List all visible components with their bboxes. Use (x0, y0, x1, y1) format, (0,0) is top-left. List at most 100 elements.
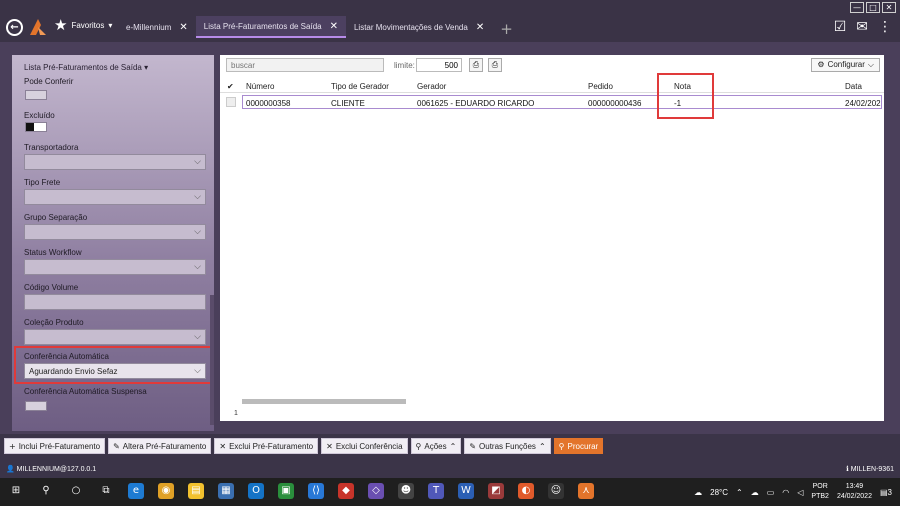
battery-icon[interactable]: ▭ (767, 488, 775, 497)
windows-start-icon[interactable]: ⊞ (8, 483, 24, 499)
chevron-down-icon: ⌵ (194, 227, 201, 237)
excluido-toggle[interactable] (25, 122, 47, 132)
system-tray: ☁ 28°C ⌃ ☁ ▭ ◠ ◁ POR PTB2 13:49 24/02/20… (694, 482, 892, 502)
column-header-gerador[interactable]: Gerador (417, 82, 446, 91)
grupo-separacao-label: Grupo Separação (24, 213, 88, 222)
tab-lista-pre-faturamentos[interactable]: Lista Pré-Faturamentos de Saída ✕ (195, 16, 346, 38)
exclui-conferencia-button[interactable]: ✕ Exclui Conferência (321, 438, 408, 454)
acoes-button[interactable]: ⚲ Ações ⌃ (410, 438, 462, 454)
outras-funcoes-button[interactable]: ✎ Outras Funções ⌃ (464, 438, 551, 454)
app-icon[interactable]: ◩ (488, 483, 504, 499)
favoritos-label: Favoritos (71, 21, 105, 30)
search-icon[interactable]: ⚲ (38, 483, 54, 499)
close-icon[interactable]: ✕ (179, 22, 187, 33)
file-explorer-icon[interactable]: ▤ (188, 483, 204, 499)
maximize-button[interactable]: □ (866, 2, 880, 13)
word-icon[interactable]: W (458, 483, 474, 499)
task-view-icon[interactable]: ⧉ (98, 483, 114, 499)
onedrive-icon[interactable]: ☁ (751, 488, 759, 497)
codigo-volume-input[interactable] (24, 294, 206, 310)
search-input[interactable] (226, 58, 384, 72)
filter-sidebar: Lista Pré-Faturamentos de Saída ▾ Pode C… (12, 55, 214, 431)
colecao-produto-label: Coleção Produto (24, 318, 84, 327)
chrome-icon[interactable]: ◉ (158, 483, 174, 499)
app-icon[interactable]: ☺ (548, 483, 564, 499)
app-icon[interactable]: ◇ (368, 483, 384, 499)
close-window-button[interactable]: ✕ (882, 2, 896, 13)
teams-icon[interactable]: T (428, 483, 444, 499)
cortana-icon[interactable]: ○ (68, 483, 84, 499)
sidebar-title[interactable]: Lista Pré-Faturamentos de Saída ▾ (24, 63, 148, 72)
tab-e-millennium[interactable]: e-Millennium ✕ (118, 16, 196, 38)
column-header-tipo-gerador[interactable]: Tipo de Gerador (331, 82, 389, 91)
button-label: Ações (424, 441, 447, 451)
limit-label: limite: (394, 61, 415, 70)
status-workflow-select[interactable]: ⌵ (24, 259, 206, 275)
app-icon[interactable]: ◆ (338, 483, 354, 499)
altera-pre-faturamento-button[interactable]: ✎ Altera Pré-Faturamento (108, 438, 212, 454)
horizontal-scrollbar[interactable] (242, 399, 406, 404)
excluido-label: Excluído (24, 111, 55, 120)
add-tab-icon[interactable]: + (500, 16, 513, 40)
clipboard-icon[interactable]: ☑ (834, 19, 847, 35)
grupo-separacao-select[interactable]: ⌵ (24, 224, 206, 240)
volume-icon[interactable]: ◁ (797, 488, 803, 497)
minimize-button[interactable]: — (850, 2, 864, 13)
tab-listar-movimentacoes[interactable]: Listar Movimentações de Venda ✕ (346, 16, 492, 38)
image-app-icon[interactable]: ▣ (278, 483, 294, 499)
close-icon[interactable]: ✕ (330, 21, 338, 32)
transportadora-select[interactable]: ⌵ (24, 154, 206, 170)
notification-icon[interactable]: ▤3 (880, 488, 892, 497)
cell-numero: 0000000358 (246, 99, 291, 108)
exclui-pre-faturamento-button[interactable]: ✕ Exclui Pré-Faturamento (214, 438, 319, 454)
conferencia-suspensa-toggle[interactable] (25, 401, 47, 411)
table-row[interactable]: 0000000358 CLIENTE 0061625 - EDUARDO RIC… (242, 95, 882, 109)
back-button[interactable]: ← (6, 19, 23, 36)
limit-input[interactable] (416, 58, 462, 72)
column-header-pedido[interactable]: Pedido (588, 82, 613, 91)
language-indicator[interactable]: POR PTB2 (811, 482, 829, 502)
close-icon: ✕ (219, 441, 227, 451)
column-header-numero[interactable]: Número (246, 82, 274, 91)
sidebar-title-text: Lista Pré-Faturamentos de Saída (24, 63, 142, 72)
app-icon[interactable]: ◐ (518, 483, 534, 499)
search-icon: ⚲ (558, 441, 565, 451)
codigo-volume-label: Código Volume (24, 283, 79, 292)
sidebar-scrollbar[interactable] (210, 295, 214, 425)
outlook-icon[interactable]: O (248, 483, 264, 499)
row-checkbox[interactable] (226, 97, 236, 107)
store-icon[interactable]: ▦ (218, 483, 234, 499)
inclui-pre-faturamento-button[interactable]: + Inclui Pré-Faturamento (4, 438, 106, 454)
select-all-check-icon[interactable]: ✔ (227, 82, 234, 91)
print-icon[interactable]: ⎙ (488, 58, 502, 72)
clock[interactable]: 13:49 24/02/2022 (837, 482, 872, 502)
column-header-data[interactable]: Data (845, 82, 862, 91)
row-count: 1 (234, 410, 238, 417)
vscode-icon[interactable]: ⟨⟩ (308, 483, 324, 499)
weather-icon: ☁ (694, 487, 703, 497)
weather-temp[interactable]: 28°C (710, 488, 728, 497)
taskbar-apps: ⊞ ⚲ ○ ⧉ e ◉ ▤ ▦ O ▣ ⟨⟩ ◆ ◇ ☻ T W ◩ ◐ ☺ ⋏ (8, 483, 594, 499)
button-label: Procurar (567, 441, 599, 451)
app-icon[interactable]: ☻ (398, 483, 414, 499)
lang2-text: PTB2 (811, 493, 829, 500)
tray-chevron-icon[interactable]: ⌃ (736, 488, 743, 497)
export-icon[interactable]: ⎙ (469, 58, 483, 72)
status-bar: 👤 MILLENNIUM@127.0.0.1 ℹ MILLEN-9361 (0, 460, 900, 478)
chat-icon[interactable]: ✉ (856, 19, 868, 35)
close-icon: ✕ (326, 441, 333, 451)
chevron-down-icon: ⌵ (867, 60, 874, 69)
edge-icon[interactable]: e (128, 483, 144, 499)
close-icon[interactable]: ✕ (476, 22, 484, 33)
pode-conferir-toggle[interactable] (25, 90, 47, 100)
wifi-icon[interactable]: ◠ (782, 488, 789, 497)
more-options-icon[interactable]: ⋮ (878, 19, 892, 35)
millennium-icon[interactable]: ⋏ (578, 483, 594, 499)
colecao-produto-select[interactable]: ⌵ (24, 329, 206, 345)
favoritos-menu[interactable]: ★ Favoritos ▾ (54, 18, 112, 33)
procurar-button[interactable]: ⚲ Procurar (553, 438, 604, 454)
server-status: ℹ MILLEN-9361 (846, 465, 894, 473)
tipo-frete-select[interactable]: ⌵ (24, 189, 206, 205)
tab-label: Listar Movimentações de Venda (353, 22, 468, 32)
configurar-button[interactable]: ⚙ Configurar ⌵ (811, 58, 880, 72)
